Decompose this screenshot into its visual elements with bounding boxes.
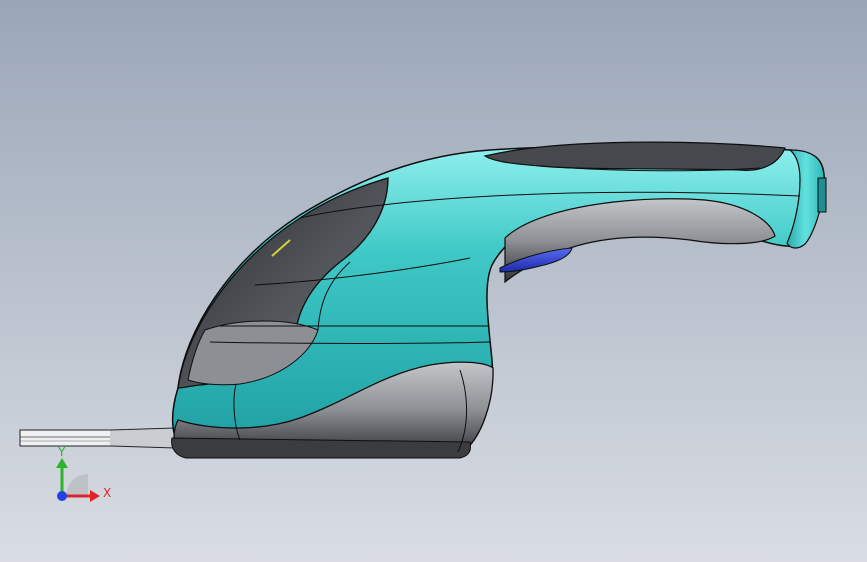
graphics-viewport[interactable]: Y X — [0, 0, 867, 562]
cad-scene[interactable]: Y X — [0, 0, 867, 562]
base-rim — [171, 437, 471, 459]
triad-z-axis — [57, 491, 67, 501]
triad-y-label: Y — [57, 445, 66, 459]
triad-x-label: X — [103, 486, 111, 500]
blade-part[interactable] — [19, 427, 176, 449]
